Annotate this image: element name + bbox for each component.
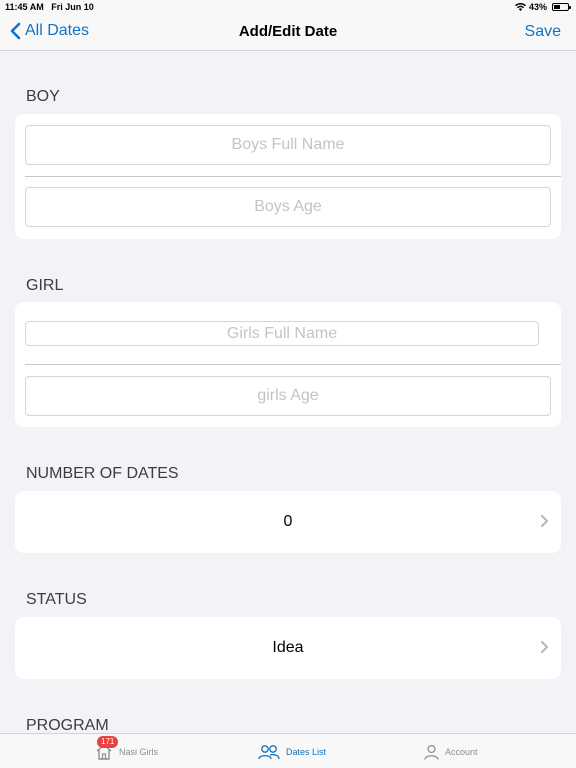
tab-label: Account bbox=[445, 746, 478, 757]
girl-card: Girls Full Name girls Age bbox=[15, 302, 561, 427]
battery-fill bbox=[554, 5, 560, 9]
save-button[interactable]: Save bbox=[525, 23, 561, 41]
back-button-label: All Dates bbox=[25, 22, 90, 39]
divider bbox=[25, 176, 561, 177]
chevron-left-icon bbox=[10, 22, 21, 40]
status-row[interactable]: Idea bbox=[15, 617, 561, 679]
battery-percent: 43% bbox=[528, 2, 547, 12]
status-date-text: Fri Jun 10 bbox=[51, 2, 94, 12]
boys-full-name-field[interactable]: Boys Full Name bbox=[25, 125, 551, 165]
tab-label: Nasi Girls bbox=[119, 746, 159, 757]
number-of-dates-row[interactable]: 0 bbox=[15, 491, 561, 553]
number-of-dates-header: NUMBER OF DATES bbox=[26, 465, 179, 482]
boy-section-header: BOY bbox=[26, 88, 60, 105]
girls-full-name-field[interactable]: Girls Full Name bbox=[25, 321, 539, 346]
boy-card: Boys Full Name Boys Age bbox=[15, 114, 561, 239]
girls-age-field[interactable]: girls Age bbox=[25, 376, 551, 416]
tab-account[interactable]: Account bbox=[424, 734, 478, 768]
chevron-right-icon bbox=[540, 640, 549, 654]
status-time-text: 11:45 AM bbox=[5, 2, 44, 12]
wifi-icon bbox=[514, 3, 526, 11]
status-indicators: 43% bbox=[514, 2, 571, 12]
tab-dates-list[interactable]: Dates List bbox=[258, 734, 326, 768]
tab-label: Dates List bbox=[286, 746, 327, 757]
status-section-header: STATUS bbox=[26, 591, 87, 608]
notification-badge: 171 bbox=[97, 736, 119, 748]
boys-age-field[interactable]: Boys Age bbox=[25, 187, 551, 227]
status-time: 11:45 AM Fri Jun 10 bbox=[5, 2, 94, 12]
status-bar: 11:45 AM Fri Jun 10 43% bbox=[0, 0, 576, 14]
girl-section-header: GIRL bbox=[26, 277, 64, 294]
number-of-dates-value: 0 bbox=[283, 513, 293, 530]
divider bbox=[25, 364, 561, 365]
status-value: Idea bbox=[272, 639, 304, 656]
people-icon bbox=[258, 744, 280, 759]
tab-bar: Nasi Girls 171 Dates List Account bbox=[0, 733, 576, 768]
back-button[interactable]: All Dates bbox=[10, 22, 89, 40]
chevron-right-icon bbox=[540, 514, 549, 528]
battery-icon bbox=[552, 3, 571, 11]
navigation-bar: All Dates Add/Edit Date Save bbox=[0, 14, 576, 51]
battery-cap bbox=[569, 6, 571, 9]
person-icon bbox=[424, 744, 439, 760]
